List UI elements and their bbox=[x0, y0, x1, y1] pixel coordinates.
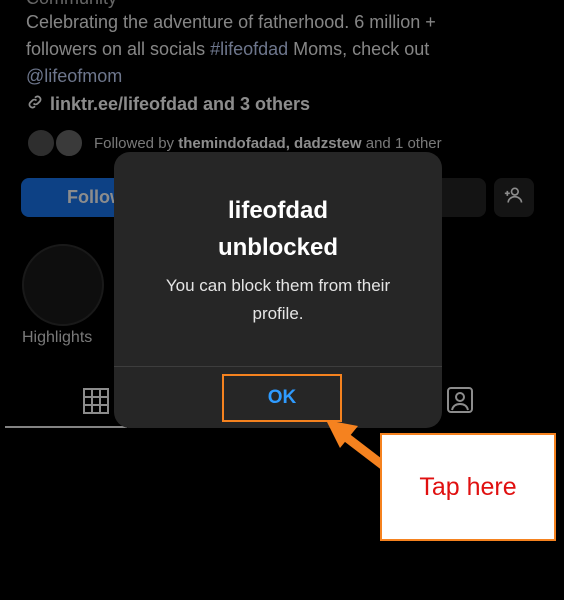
annotation-callout: Tap here bbox=[380, 433, 556, 541]
